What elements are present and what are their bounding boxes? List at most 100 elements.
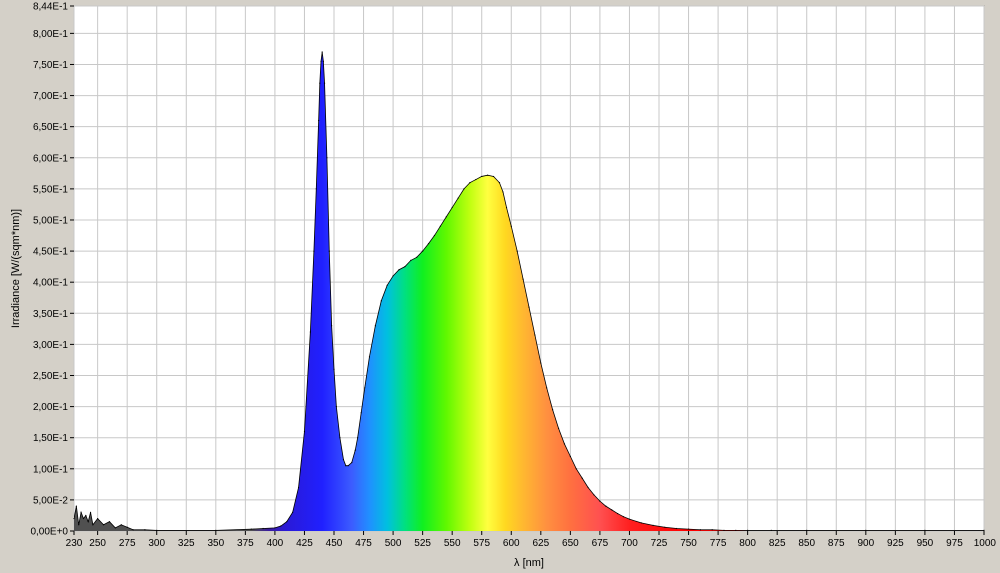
y-tick-label: 0,00E+0 [30,527,68,538]
data-point [617,512,619,515]
data-point [398,269,400,271]
data-point [806,529,808,531]
y-tick-label: 3,00E-1 [33,340,68,351]
data-point [120,524,122,526]
x-tick-label: 700 [621,538,638,549]
data-point [345,465,347,467]
data-point [770,529,772,531]
data-point [386,284,388,286]
y-axis: 0,00E+0 5,00E-2 1,00E-1 1,50E-1 2,00E-1 2,50E… [30,2,74,538]
data-point [552,409,554,411]
x-axis-title: λ [nm] [514,557,544,569]
data-point [469,182,471,184]
data-point [416,256,418,258]
data-point [983,529,985,531]
data-point [78,524,80,526]
data-point [498,182,501,184]
y-tick-label: 6,00E-1 [33,153,68,164]
chart-window: 230 250 275 300 325 350 375 400 425 450 475 500 525 5… [0,0,1000,573]
data-point [297,486,300,489]
data-point [354,449,356,451]
x-tick-label: 675 [592,538,609,549]
y-tick-label: 4,50E-1 [33,247,68,258]
data-point [664,526,666,528]
data-point [274,527,276,529]
x-tick-label: 850 [798,538,815,549]
data-point [368,356,371,358]
data-point [321,51,323,53]
y-tick-label: 2,50E-1 [33,371,68,382]
data-point [286,521,288,523]
data-point [528,306,530,308]
y-axis-title: Irradiance [W/(sqm*nm)] [10,209,22,328]
y-tick-label: 7,50E-1 [33,60,68,71]
data-point [687,528,690,530]
x-tick-label: 950 [917,538,934,549]
x-tick-label: 575 [473,538,490,549]
data-point [364,387,366,389]
data-point [87,521,89,523]
data-point [924,529,926,531]
x-tick-label: 375 [237,538,254,549]
data-point [215,529,217,531]
data-point [73,517,75,520]
x-tick-label: 525 [414,538,431,549]
data-point [339,437,341,439]
data-point [451,206,453,209]
data-point [342,458,345,461]
x-tick-label: 400 [267,538,284,549]
data-point [351,461,353,464]
data-point [380,300,382,302]
x-tick-label: 500 [385,538,402,549]
data-point [156,529,158,531]
data-point [433,234,436,237]
data-point [747,529,749,531]
x-tick-label: 750 [680,538,697,549]
y-tick-label: 8,44E-1 [33,2,68,13]
x-tick-label: 1000 [974,538,997,549]
y-tick-label: 5,00E-2 [33,495,68,506]
data-point [605,505,607,507]
x-tick-label: 550 [444,538,461,549]
data-point [587,486,589,489]
data-point [315,188,317,190]
data-point [481,175,483,178]
data-point [320,60,322,62]
data-point [392,275,394,277]
data-point [357,437,359,439]
x-tick-label: 975 [946,538,963,549]
data-point [108,521,111,523]
data-point [463,188,465,190]
y-tick-label: 5,50E-1 [33,184,68,195]
data-point [82,517,85,520]
y-tick-label: 3,50E-1 [33,309,68,320]
data-point [322,60,324,62]
data-point [328,250,330,252]
y-tick-label: 1,00E-1 [33,464,68,475]
data-point [522,278,524,280]
y-tick-label: 7,00E-1 [33,91,68,102]
x-tick-label: 350 [207,538,224,549]
x-tick-label: 825 [769,538,786,549]
data-point [144,529,146,531]
data-point [575,468,577,470]
y-tick-label: 2,00E-1 [33,402,68,413]
data-point [333,368,335,370]
data-point [676,527,678,530]
data-point [97,517,99,520]
data-point [699,529,701,531]
x-tick-label: 325 [178,538,195,549]
data-point [711,529,713,531]
data-point [318,119,320,122]
data-point [374,325,376,327]
spectrum-chart: 230 250 275 300 325 350 375 400 425 450 475 500 525 5… [10,2,997,570]
data-point [262,527,264,530]
data-point [475,178,477,181]
data-point [599,500,601,502]
data-point [581,477,583,479]
data-point [114,527,116,529]
data-point [335,405,337,408]
x-tick-label: 250 [89,538,106,549]
data-point [292,511,294,513]
data-point [280,525,282,527]
